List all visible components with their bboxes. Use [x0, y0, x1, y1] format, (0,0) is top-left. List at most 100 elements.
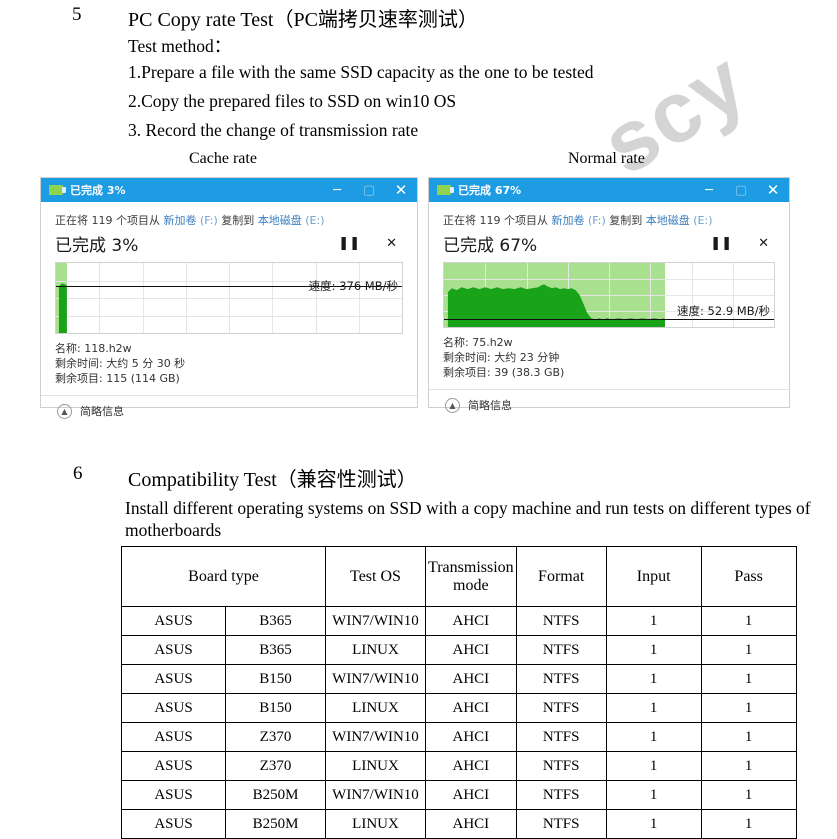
table-cell: AHCI — [425, 635, 517, 665]
table-cell: 1 — [605, 664, 702, 694]
table-cell: B250M — [225, 780, 326, 810]
table-cell: ASUS — [121, 809, 226, 839]
table-cell: NTFS — [515, 809, 607, 839]
table-cell: AHCI — [425, 606, 517, 636]
table-row: ASUS B250M LINUX AHCI NTFS 1 1 — [121, 809, 797, 839]
table-cell: LINUX — [325, 751, 426, 781]
copy-prefix: 正在将 — [55, 214, 88, 227]
column-header: Input — [605, 546, 702, 607]
dialog-footer[interactable]: ▲ 简略信息 — [41, 395, 417, 427]
table-cell: ASUS — [121, 722, 226, 752]
section-5-line-1: 1.Prepare a file with the same SSD capac… — [128, 62, 594, 82]
table-cell: AHCI — [425, 664, 517, 694]
transfer-rate-graph: 速度: 376 MB/秒 — [55, 262, 403, 334]
table-cell: ASUS — [121, 606, 226, 636]
table-header-row: Board type Test OS Transmission mode Format… — [121, 546, 797, 607]
table-cell: LINUX — [325, 693, 426, 723]
cancel-button[interactable]: ✕ — [758, 236, 769, 251]
copy-prefix: 正在将 — [443, 214, 476, 227]
progress-percent-label: 已完成 67% — [443, 236, 538, 256]
copy-mid: 个项目从 — [504, 214, 548, 227]
transfer-controls: ❚❚ ✕ — [710, 236, 775, 251]
table-cell: ASUS — [121, 635, 226, 665]
table-cell: 1 — [605, 722, 702, 752]
chevron-up-icon[interactable]: ▲ — [57, 403, 72, 419]
transfer-rate-graph: 速度: 52.9 MB/秒 — [443, 262, 775, 328]
table-cell: NTFS — [515, 664, 607, 694]
copy-to-link[interactable]: 本地磁盘 — [258, 214, 302, 227]
caption-normal-rate: Normal rate — [568, 150, 645, 167]
section-6-title: Compatibility Test（兼容性测试） — [128, 469, 417, 491]
minimize-button[interactable]: ─ — [321, 178, 353, 202]
dialog-footer[interactable]: ▲ 简略信息 — [429, 389, 789, 421]
copy-to-link[interactable]: 本地磁盘 — [646, 214, 690, 227]
table-row: ASUS Z370 LINUX AHCI NTFS 1 1 — [121, 751, 797, 781]
close-button[interactable]: ✕ — [385, 178, 417, 202]
copy-count: 119 — [91, 214, 113, 227]
minimize-button[interactable]: ─ — [693, 178, 725, 202]
pause-button[interactable]: ❚❚ — [338, 236, 360, 251]
less-info-label: 简略信息 — [468, 399, 512, 412]
table-cell: 1 — [605, 780, 702, 810]
table-cell: NTFS — [515, 635, 607, 665]
table-cell: B250M — [225, 809, 326, 839]
table-cell: NTFS — [515, 751, 607, 781]
table-cell: 1 — [605, 809, 702, 839]
table-cell: 1 — [700, 606, 797, 636]
window-buttons: ─ ▢ ✕ — [321, 178, 417, 202]
table-cell: AHCI — [425, 693, 517, 723]
table-cell: 1 — [605, 635, 702, 665]
chevron-up-icon[interactable]: ▲ — [445, 397, 460, 413]
progress-header-row: 已完成 3% ❚❚ ✕ — [55, 231, 403, 256]
table-cell: AHCI — [425, 780, 517, 810]
copy-from-link[interactable]: 新加卷 — [552, 214, 585, 227]
table-cell: ASUS — [121, 780, 226, 810]
progress-percent-label: 已完成 3% — [55, 236, 139, 256]
pause-button[interactable]: ❚❚ — [710, 236, 732, 251]
meta-name: 名称: 75.h2w — [443, 336, 513, 349]
section-5-line-0: Test method： — [128, 36, 232, 56]
column-header: Format — [515, 546, 607, 607]
table-row: ASUS B150 LINUX AHCI NTFS 1 1 — [121, 693, 797, 723]
close-button[interactable]: ✕ — [757, 178, 789, 202]
meta-items-remaining: 剩余项目: 39 (38.3 GB) — [443, 366, 565, 379]
copy-progress-dialog-normal[interactable]: 已完成 67% ─ ▢ ✕ 正在将 119 个项目从 新加卷 (F:) 复制到 … — [428, 177, 790, 413]
copy-mid: 个项目从 — [116, 214, 160, 227]
speed-label: 速度: 52.9 MB/秒 — [677, 303, 770, 318]
table-cell: 1 — [700, 780, 797, 810]
copy-from-drive: (F:) — [588, 214, 606, 227]
table-cell: ASUS — [121, 693, 226, 723]
table-cell: NTFS — [515, 606, 607, 636]
table-cell: WIN7/WIN10 — [325, 606, 426, 636]
table-cell: 1 — [700, 664, 797, 694]
copy-source-line: 正在将 119 个项目从 新加卷 (F:) 复制到 本地磁盘 (E:) — [443, 212, 775, 228]
table-cell: 1 — [700, 635, 797, 665]
less-info-label: 简略信息 — [80, 405, 124, 418]
window-buttons: ─ ▢ ✕ — [693, 178, 789, 202]
copy-progress-dialog-cache[interactable]: 已完成 3% ─ ▢ ✕ 正在将 119 个项目从 新加卷 (F:) 复制到 本… — [40, 177, 418, 419]
maximize-button[interactable]: ▢ — [725, 178, 757, 202]
table-row: ASUS Z370 WIN7/WIN10 AHCI NTFS 1 1 — [121, 722, 797, 752]
maximize-button[interactable]: ▢ — [353, 178, 385, 202]
table-row: ASUS B150 WIN7/WIN10 AHCI NTFS 1 1 — [121, 664, 797, 694]
compatibility-table: Board type Test OS Transmission mode Format… — [121, 546, 797, 839]
dialog-titlebar[interactable]: 已完成 3% ─ ▢ ✕ — [41, 178, 417, 202]
table-cell: Z370 — [225, 751, 326, 781]
table-cell: Z370 — [225, 722, 326, 752]
speed-label: 速度: 376 MB/秒 — [308, 279, 398, 294]
column-header: Pass — [700, 546, 797, 607]
table-cell: ASUS — [121, 664, 226, 694]
copy-from-drive: (F:) — [200, 214, 218, 227]
meta-name: 名称: 118.h2w — [55, 342, 132, 355]
dialog-titlebar[interactable]: 已完成 67% ─ ▢ ✕ — [429, 178, 789, 202]
dialog-body: 正在将 119 个项目从 新加卷 (F:) 复制到 本地磁盘 (E:) 已完成 … — [429, 202, 789, 380]
copy-from-link[interactable]: 新加卷 — [164, 214, 197, 227]
dialog-title-text: 已完成 67% — [458, 184, 522, 197]
table-cell: B365 — [225, 606, 326, 636]
copy-action: 复制到 — [221, 214, 255, 227]
copy-folder-icon — [49, 185, 66, 195]
watermark-text: scy — [585, 32, 764, 194]
table-cell: 1 — [700, 722, 797, 752]
table-cell: LINUX — [325, 809, 426, 839]
cancel-button[interactable]: ✕ — [386, 236, 397, 251]
